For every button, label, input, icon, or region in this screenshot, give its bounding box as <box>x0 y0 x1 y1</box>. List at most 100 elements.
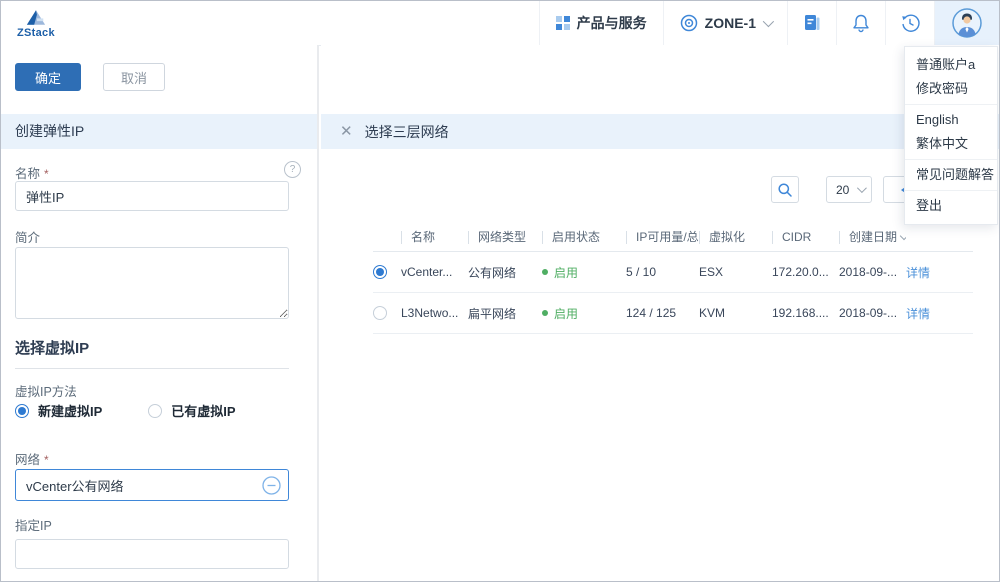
network-label-row: 网络* <box>15 449 301 469</box>
user-dropdown-menu: 普通账户a 修改密码 English 繁体中文 常见问题解答 登出 <box>904 46 998 225</box>
menu-item-account[interactable]: 普通账户a <box>905 53 997 77</box>
network-label: 网络 <box>15 453 40 467</box>
remove-icon[interactable] <box>262 476 281 495</box>
name-label-row: 名称 * ? <box>15 163 301 183</box>
table-row[interactable]: vCenter... 公有网络 启用 5 / 10 ESX 172.20.0..… <box>373 252 973 293</box>
cancel-button[interactable]: 取消 <box>103 63 165 91</box>
user-avatar-button[interactable] <box>934 1 999 45</box>
detail-link[interactable]: 详情 <box>906 266 930 280</box>
cell-type: 扁平网络 <box>468 305 542 322</box>
zstack-logo-icon <box>26 9 46 26</box>
cell-virt: ESX <box>699 265 772 279</box>
col-header-virt[interactable]: 虚拟化 <box>699 230 772 244</box>
cell-cidr: 192.168.... <box>772 306 839 320</box>
col-header-created[interactable]: 创建日期 <box>839 230 906 244</box>
col-header-type[interactable]: 网络类型 <box>468 230 542 244</box>
col-header-cidr[interactable]: CIDR <box>772 230 839 244</box>
zstack-logo[interactable]: ZStack <box>1 1 55 45</box>
grid-icon <box>556 16 570 30</box>
menu-divider <box>905 104 997 105</box>
search-button[interactable] <box>771 176 799 203</box>
cell-name: L3Netwo... <box>401 306 468 320</box>
row-radio-selected[interactable] <box>373 265 387 279</box>
zstack-app: ZStack 产品与服务 ZONE-1 <box>0 0 1000 582</box>
search-icon <box>777 182 793 198</box>
table-header-row: 名称 网络类型 启用状态 IP可用量/总额 虚拟化 CIDR 创建日期 <box>373 223 973 252</box>
vip-method-radio-group: 新建虚拟IP 已有虚拟IP <box>15 401 301 420</box>
network-value: vCenter公有网络 <box>26 476 124 495</box>
l3-network-table: 名称 网络类型 启用状态 IP可用量/总额 虚拟化 CIDR 创建日期 vCen… <box>373 223 973 334</box>
cell-cidr: 172.20.0... <box>772 265 839 279</box>
menu-divider <box>905 159 997 160</box>
col-header-state[interactable]: 启用状态 <box>542 230 626 244</box>
cell-created: 2018-09-... <box>839 265 906 279</box>
right-panel-title: 选择三层网络 <box>365 122 449 142</box>
status-badge: 启用 <box>542 264 578 281</box>
status-dot-icon <box>542 310 548 316</box>
products-services-menu[interactable]: 产品与服务 <box>539 1 663 45</box>
bell-icon <box>851 13 871 33</box>
col-header-name[interactable]: 名称 <box>401 230 468 244</box>
name-input[interactable] <box>15 181 289 211</box>
left-panel-title: 创建弹性IP <box>1 114 317 149</box>
radio-selected-icon <box>15 404 29 418</box>
cell-virt: KVM <box>699 306 772 320</box>
cell-capacity: 124 / 125 <box>626 306 699 320</box>
radio-new-vip-label: 新建虚拟IP <box>38 401 102 420</box>
cell-capacity: 5 / 10 <box>626 265 699 279</box>
right-panel-header: ✕ 选择三层网络 <box>321 114 999 149</box>
user-avatar-icon <box>952 8 982 38</box>
menu-item-logout[interactable]: 登出 <box>905 194 997 218</box>
zone-icon <box>680 14 698 32</box>
cell-name: vCenter... <box>401 265 468 279</box>
notifications-button[interactable] <box>836 1 885 45</box>
page-size-value: 20 <box>836 183 849 197</box>
description-label: 简介 <box>15 227 301 246</box>
menu-item-traditional-chinese[interactable]: 繁体中文 <box>905 132 997 156</box>
header-nav: 产品与服务 ZONE-1 <box>539 1 999 45</box>
select-l3-network-panel: ✕ 选择三层网络 20 名称 网络类型 启用状态 <box>321 45 999 581</box>
description-textarea[interactable] <box>15 247 289 319</box>
document-icon <box>802 13 822 33</box>
menu-divider <box>905 190 997 191</box>
specified-ip-input[interactable] <box>15 539 289 569</box>
sort-icon <box>900 232 906 240</box>
history-button[interactable] <box>885 1 934 45</box>
cell-type: 公有网络 <box>468 264 542 281</box>
table-row[interactable]: L3Netwo... 扁平网络 启用 124 / 125 KVM 192.168… <box>373 293 973 334</box>
radio-new-vip[interactable]: 新建虚拟IP <box>15 401 102 420</box>
menu-item-change-password[interactable]: 修改密码 <box>905 77 997 101</box>
specified-ip-label: 指定IP <box>15 515 301 534</box>
radio-unselected-icon <box>148 404 162 418</box>
col-header-capacity[interactable]: IP可用量/总额 <box>626 230 699 244</box>
table-toolbar: 20 <box>321 176 999 203</box>
zone-label: ZONE-1 <box>705 15 756 31</box>
name-label: 名称 <box>15 167 40 181</box>
cell-created: 2018-09-... <box>839 306 906 320</box>
history-icon <box>900 13 920 33</box>
status-badge: 启用 <box>542 305 578 322</box>
zstack-logo-label: ZStack <box>17 27 55 39</box>
detail-link[interactable]: 详情 <box>906 307 930 321</box>
radio-existing-vip[interactable]: 已有虚拟IP <box>148 401 235 420</box>
status-dot-icon <box>542 269 548 275</box>
row-radio-unselected[interactable] <box>373 306 387 320</box>
products-services-label: 产品与服务 <box>577 13 647 33</box>
select-vip-section-title: 选择虚拟IP <box>15 337 289 369</box>
docs-button[interactable] <box>787 1 836 45</box>
radio-existing-vip-label: 已有虚拟IP <box>171 401 235 420</box>
confirm-button[interactable]: 确定 <box>15 63 81 91</box>
zone-selector[interactable]: ZONE-1 <box>663 1 787 45</box>
page-size-select[interactable]: 20 <box>826 176 872 203</box>
top-header: ZStack 产品与服务 ZONE-1 <box>1 1 999 46</box>
network-input[interactable]: vCenter公有网络 <box>15 469 289 501</box>
menu-item-english[interactable]: English <box>905 108 997 132</box>
menu-item-faq[interactable]: 常见问题解答 <box>905 163 997 187</box>
help-icon[interactable]: ? <box>284 161 301 178</box>
create-eip-panel: 确定 取消 创建弹性IP 名称 * ? 简介 选择虚拟IP 虚拟IP方法 新建虚拟… <box>1 45 319 581</box>
required-marker: * <box>44 167 49 181</box>
chevron-down-icon <box>857 183 867 193</box>
vip-method-label: 虚拟IP方法 <box>15 381 301 400</box>
close-icon[interactable]: ✕ <box>340 124 353 139</box>
form-actions: 确定 取消 <box>15 63 165 91</box>
